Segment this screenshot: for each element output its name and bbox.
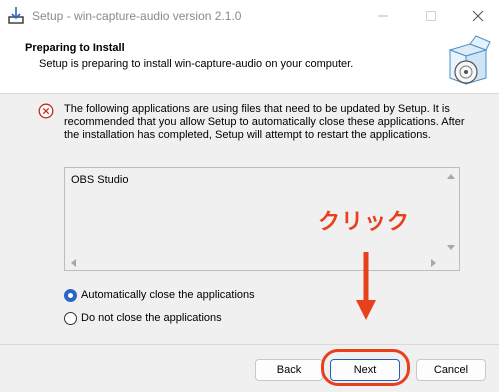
- maximize-button[interactable]: [408, 0, 454, 32]
- maximize-icon: [426, 11, 436, 21]
- next-highlight-annotation: [321, 349, 410, 386]
- list-item[interactable]: OBS Studio: [71, 174, 128, 186]
- radio-button[interactable]: [64, 311, 77, 325]
- scroll-right-arrow-icon[interactable]: [431, 259, 436, 267]
- cancel-button[interactable]: Cancel: [416, 359, 486, 381]
- scroll-up-arrow-icon[interactable]: [447, 174, 455, 179]
- installer-download-icon: [8, 7, 24, 24]
- option-do-not-close[interactable]: Do not close the applications: [64, 310, 222, 326]
- radio-button-checked[interactable]: [64, 288, 77, 302]
- footer-divider: [0, 344, 499, 345]
- page-subtitle: Setup is preparing to install win-captur…: [39, 58, 354, 70]
- close-icon: [472, 10, 484, 22]
- scroll-left-arrow-icon[interactable]: [71, 259, 76, 267]
- title-bar: Setup - win-capture-audio version 2.1.0: [0, 0, 499, 32]
- error-circle-icon: [38, 103, 54, 119]
- horizontal-scrollbar[interactable]: [65, 255, 442, 270]
- wizard-header: Preparing to Install Setup is preparing …: [0, 32, 499, 94]
- option-auto-close[interactable]: Automatically close the applications: [64, 287, 255, 303]
- vertical-scrollbar[interactable]: [442, 168, 459, 255]
- page-title: Preparing to Install: [25, 42, 125, 54]
- option-label[interactable]: Automatically close the applications: [81, 289, 255, 301]
- window-title: Setup - win-capture-audio version 2.1.0: [32, 9, 242, 23]
- installer-box-disc-icon: [448, 35, 491, 85]
- close-button[interactable]: [455, 0, 499, 32]
- scroll-down-arrow-icon[interactable]: [447, 245, 455, 250]
- back-button[interactable]: Back: [255, 359, 323, 381]
- option-label[interactable]: Do not close the applications: [81, 312, 222, 324]
- minimize-icon: [378, 15, 388, 17]
- annotation-arrow-icon: [356, 252, 376, 320]
- scrollbar-corner: [442, 255, 459, 270]
- click-annotation: クリック: [318, 209, 411, 234]
- info-message: The following applications are using fil…: [64, 103, 465, 141]
- minimize-button[interactable]: [360, 0, 406, 32]
